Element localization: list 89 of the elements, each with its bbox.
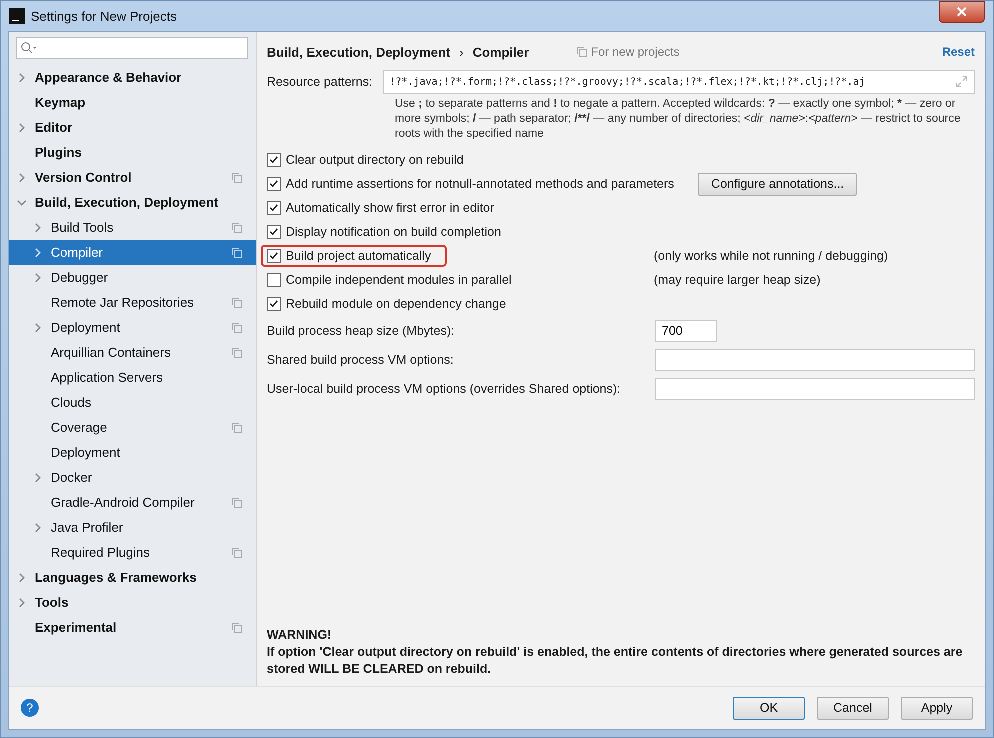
tree-item[interactable]: Version Control: [9, 165, 256, 190]
tree-item[interactable]: Deployment: [9, 315, 256, 340]
tree-item[interactable]: Experimental: [9, 615, 256, 640]
copy-icon: [232, 548, 242, 558]
search-field[interactable]: [16, 37, 248, 59]
input-field[interactable]: 700: [655, 320, 717, 342]
copy-icon: [232, 322, 242, 332]
check-icon: [269, 179, 279, 189]
breadcrumb-item: Compiler: [472, 44, 530, 60]
check-icon: [269, 227, 279, 237]
checkbox[interactable]: Clear output directory on rebuild: [263, 151, 478, 169]
tree-item[interactable]: Keymap: [9, 90, 256, 115]
tree-item[interactable]: Java Profiler: [9, 515, 256, 540]
chevron-down-icon[interactable]: [17, 198, 27, 208]
tree-item[interactable]: Gradle-Android Compiler: [9, 490, 256, 515]
copy-icon: [232, 172, 242, 182]
dialog-button[interactable]: Apply: [901, 696, 973, 720]
checkbox[interactable]: Automatically show first error in editor: [263, 199, 508, 217]
tree-item[interactable]: Arquillian Containers: [9, 340, 256, 365]
reset-link[interactable]: Reset: [942, 45, 975, 59]
copy-icon: [232, 422, 242, 432]
window-title: Settings for New Projects: [31, 8, 178, 24]
copy-icon: [577, 47, 588, 57]
option-note: (may require larger heap size): [654, 273, 821, 287]
tree-item[interactable]: Application Servers: [9, 365, 256, 390]
chevron-right-icon[interactable]: [33, 322, 43, 332]
copy-icon: [232, 348, 242, 358]
chevron-right-icon[interactable]: [17, 172, 27, 182]
field-label: Shared build process VM options:: [267, 352, 455, 366]
dialog-button[interactable]: OK: [733, 696, 805, 720]
check-icon: [269, 203, 279, 213]
chevron-right-icon[interactable]: [33, 522, 43, 532]
scope-label: For new projects: [591, 45, 680, 59]
option-note: (only works while not running / debugging): [654, 249, 888, 263]
tree-item[interactable]: Deployment: [9, 440, 256, 465]
chevron-right-icon[interactable]: [17, 598, 27, 608]
tree-item[interactable]: Tools: [9, 590, 256, 615]
field-label: User-local build process VM options (overrides Shared options):: [267, 382, 622, 396]
copy-icon: [232, 222, 242, 232]
breadcrumb-separator: ›: [459, 44, 464, 60]
expand-icon[interactable]: [956, 76, 968, 88]
warning-title: WARNING!: [267, 627, 333, 644]
checkbox[interactable]: Display notification on build completion: [263, 223, 516, 241]
tree-item[interactable]: Plugins: [9, 140, 256, 165]
tree-item[interactable]: Remote Jar Repositories: [9, 290, 256, 315]
check-icon: [269, 299, 279, 309]
input-field[interactable]: [655, 378, 975, 400]
field-label: Resource patterns:: [267, 75, 373, 89]
tree-item[interactable]: Clouds: [9, 390, 256, 415]
tree-item[interactable]: Languages & Frameworks: [9, 565, 256, 590]
resource-patterns-field[interactable]: !?*.java;!?*.form;!?*.class;!?*.groovy;!?*.scala;!?*.flex;!?*.kt;!?*.clj;!?*.aj: [382, 70, 975, 94]
warning-message: If option 'Clear output directory on rebuild' is enabled, the entire contents of directories where generated sources are stored WILL BE CLEARED on rebuild.: [267, 644, 964, 678]
help-button[interactable]: ?: [21, 699, 39, 717]
tree-item[interactable]: Build, Execution, Deployment: [9, 190, 256, 215]
checkbox[interactable]: Add runtime assertions for notnull-annotated methods and parameters: [263, 175, 688, 193]
chevron-right-icon[interactable]: [33, 472, 43, 482]
checkbox[interactable]: Build project automatically: [263, 247, 446, 265]
close-icon: [957, 7, 967, 17]
dialog-button[interactable]: Cancel: [817, 696, 889, 720]
checkbox[interactable]: Compile independent modules in parallel: [263, 271, 526, 289]
chevron-right-icon[interactable]: [33, 272, 43, 282]
input-field[interactable]: [655, 348, 975, 370]
chevron-right-icon[interactable]: [17, 572, 27, 582]
configure-annotations-button[interactable]: Configure annotations...: [698, 172, 858, 196]
tree-item[interactable]: Editor: [9, 115, 256, 140]
chevron-right-icon[interactable]: [33, 248, 43, 258]
field-label: Build process heap size (Mbytes):: [267, 324, 456, 338]
help-text: Use ; to separate patterns and ! to negate a pattern. Accepted wildcards: ? — exactly one symbol; * — zero or more symbols; / — path separator; /**/ — any number of directories; <dir_name>:<pattern> — restrict to source roots with the specified name: [395, 97, 962, 142]
check-icon: [269, 251, 279, 261]
tree-item[interactable]: Required Plugins: [9, 540, 256, 565]
search-icon: [21, 42, 39, 54]
checkbox[interactable]: Rebuild module on dependency change: [263, 295, 520, 313]
close-button[interactable]: [939, 1, 985, 23]
copy-icon: [232, 498, 242, 508]
app-icon: [9, 8, 25, 24]
breadcrumb-item: Build, Execution, Deployment: [267, 44, 450, 60]
chevron-right-icon[interactable]: [17, 122, 27, 132]
tree-item[interactable]: Compiler: [9, 240, 256, 265]
chevron-right-icon[interactable]: [33, 222, 43, 232]
chevron-right-icon[interactable]: [17, 72, 27, 82]
tree-item[interactable]: Appearance & Behavior: [9, 65, 256, 90]
tree-item[interactable]: Coverage: [9, 415, 256, 440]
copy-icon: [232, 298, 242, 308]
tree-item[interactable]: Build Tools: [9, 215, 256, 240]
check-icon: [269, 155, 279, 165]
tree-item[interactable]: Debugger: [9, 265, 256, 290]
tree-item[interactable]: Docker: [9, 465, 256, 490]
copy-icon: [232, 248, 242, 258]
copy-icon: [232, 622, 242, 632]
